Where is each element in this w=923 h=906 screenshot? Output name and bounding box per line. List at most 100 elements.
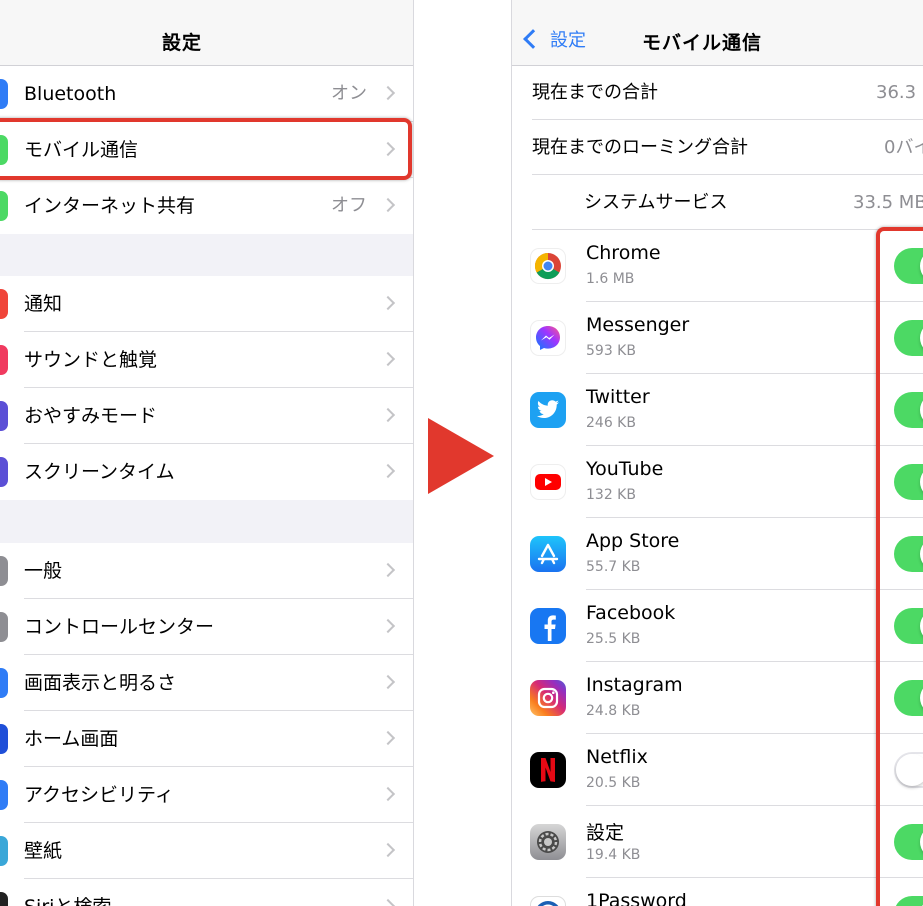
stat-row-system-services[interactable]: システムサービス 33.5 MB — [512, 175, 923, 230]
app-name: Chrome — [586, 242, 661, 264]
gear-icon — [0, 556, 8, 586]
app-name: Instagram — [586, 674, 683, 696]
chevron-right-icon — [380, 786, 396, 802]
app-size: 55.7 KB — [586, 559, 641, 575]
settings-row-accessibility[interactable]: アクセシビリティ — [0, 767, 413, 823]
settings-row-control-center[interactable]: コントロールセンター — [0, 599, 413, 655]
row-label: Bluetooth — [24, 83, 117, 105]
row-label: Siriと検索 — [24, 879, 111, 906]
app-size: 24.8 KB — [586, 703, 641, 719]
chevron-right-icon — [380, 407, 396, 423]
settings-panel: 設定 Bluetooth オン モバイル通信 インターネット共有 オフ 通知 サ… — [0, 0, 414, 906]
netflix-icon — [530, 752, 566, 788]
settings-row-home-screen[interactable]: ホーム画面 — [0, 711, 413, 767]
app-size: 19.4 KB — [586, 847, 641, 863]
app-row-settings: 設定 19.4 KB — [512, 806, 923, 878]
arrow-right-icon — [428, 418, 494, 494]
app-name: Twitter — [586, 386, 650, 408]
messenger-icon — [530, 320, 566, 356]
row-label: おやすみモード — [24, 405, 158, 427]
app-row-twitter: Twitter 246 KB — [512, 374, 923, 446]
stat-label: 現在までのローミング合計 — [532, 137, 748, 158]
stat-row-total: 現在までの合計 36.3 — [512, 65, 923, 120]
stat-label: システムサービス — [584, 192, 728, 213]
instagram-icon — [530, 680, 566, 716]
app-name: YouTube — [586, 458, 664, 480]
youtube-icon — [530, 464, 566, 500]
settings-row-screen-time[interactable]: スクリーンタイム — [0, 444, 413, 500]
chevron-right-icon — [380, 674, 396, 690]
app-name: Facebook — [586, 602, 676, 624]
app-size: 593 KB — [586, 343, 636, 359]
display-icon — [0, 668, 8, 698]
row-label: 一般 — [24, 560, 63, 582]
app-size: 25.5 KB — [586, 631, 641, 647]
chevron-right-icon — [380, 351, 396, 367]
settings-row-hotspot[interactable]: インターネット共有 オフ — [0, 178, 413, 234]
row-label: インターネット共有 — [24, 195, 196, 217]
app-name: 設定 — [586, 822, 625, 844]
chevron-right-icon — [380, 842, 396, 858]
mobile-data-highlight — [0, 118, 412, 180]
chevron-right-icon — [380, 85, 396, 101]
control-center-icon — [0, 612, 8, 642]
stat-value: 0バイ — [884, 137, 923, 158]
row-label: スクリーンタイム — [24, 461, 175, 483]
settings-row-siri[interactable]: Siriと検索 — [0, 879, 413, 906]
settings-row-bluetooth[interactable]: Bluetooth オン — [0, 66, 413, 122]
settings-row-wallpaper[interactable]: 壁紙 — [0, 823, 413, 879]
row-label: 画面表示と明るさ — [24, 672, 177, 694]
app-size: 20.5 KB — [586, 775, 641, 791]
settings-nav-bar: 設定 — [0, 0, 413, 66]
stat-value: 36.3 — [876, 82, 917, 103]
chevron-right-icon — [380, 295, 396, 311]
sound-icon — [0, 345, 8, 375]
row-label: 通知 — [24, 293, 63, 315]
accessibility-icon — [0, 780, 8, 810]
moon-icon — [0, 401, 8, 431]
app-name: Netflix — [586, 746, 648, 768]
app-row-messenger: Messenger 593 KB — [512, 302, 923, 374]
row-label: アクセシビリティ — [24, 784, 174, 806]
notification-icon — [0, 289, 8, 319]
settings-row-display[interactable]: 画面表示と明るさ — [0, 655, 413, 711]
stat-value: 33.5 MB — [853, 192, 923, 213]
app-name: 1Password — [586, 890, 687, 906]
settings-app-icon — [530, 824, 566, 860]
facebook-icon — [530, 608, 566, 644]
row-label: サウンドと触覚 — [24, 349, 158, 371]
home-screen-icon — [0, 724, 8, 754]
chevron-right-icon — [380, 463, 396, 479]
chevron-right-icon — [380, 562, 396, 578]
chevron-right-icon — [380, 197, 396, 213]
chevron-right-icon — [380, 730, 396, 746]
settings-row-notifications[interactable]: 通知 — [0, 276, 413, 332]
row-value: オフ — [331, 195, 367, 216]
stat-row-roaming: 現在までのローミング合計 0バイ — [512, 120, 923, 175]
settings-group-notifications: 通知 サウンドと触覚 おやすみモード スクリーンタイム — [0, 276, 413, 500]
app-row-instagram: Instagram 24.8 KB — [512, 662, 923, 734]
row-label: ホーム画面 — [24, 728, 119, 750]
settings-group-general: 一般 コントロールセンター 画面表示と明るさ ホーム画面 アクセシビリティ 壁紙 — [0, 543, 413, 906]
row-value: オン — [331, 83, 367, 104]
app-size: 246 KB — [586, 415, 636, 431]
app-name: App Store — [586, 530, 680, 552]
chrome-icon — [530, 248, 566, 284]
twitter-icon — [530, 392, 566, 428]
1password-icon — [530, 896, 566, 906]
stat-label: 現在までの合計 — [532, 82, 658, 103]
wallpaper-icon — [0, 836, 8, 866]
toggle-column-highlight — [876, 227, 923, 906]
settings-row-do-not-disturb[interactable]: おやすみモード — [0, 388, 413, 444]
app-size: 132 KB — [586, 487, 636, 503]
settings-row-sounds[interactable]: サウンドと触覚 — [0, 332, 413, 388]
settings-row-general[interactable]: 一般 — [0, 543, 413, 599]
app-size: 1.6 MB — [586, 271, 635, 287]
app-row-facebook: Facebook 25.5 KB — [512, 590, 923, 662]
hotspot-icon — [0, 191, 8, 221]
app-row-chrome: Chrome 1.6 MB — [512, 230, 923, 302]
hourglass-icon — [0, 457, 8, 487]
page-title: モバイル通信 — [641, 32, 762, 54]
row-label: 壁紙 — [24, 840, 63, 862]
page-title: 設定 — [161, 32, 202, 54]
